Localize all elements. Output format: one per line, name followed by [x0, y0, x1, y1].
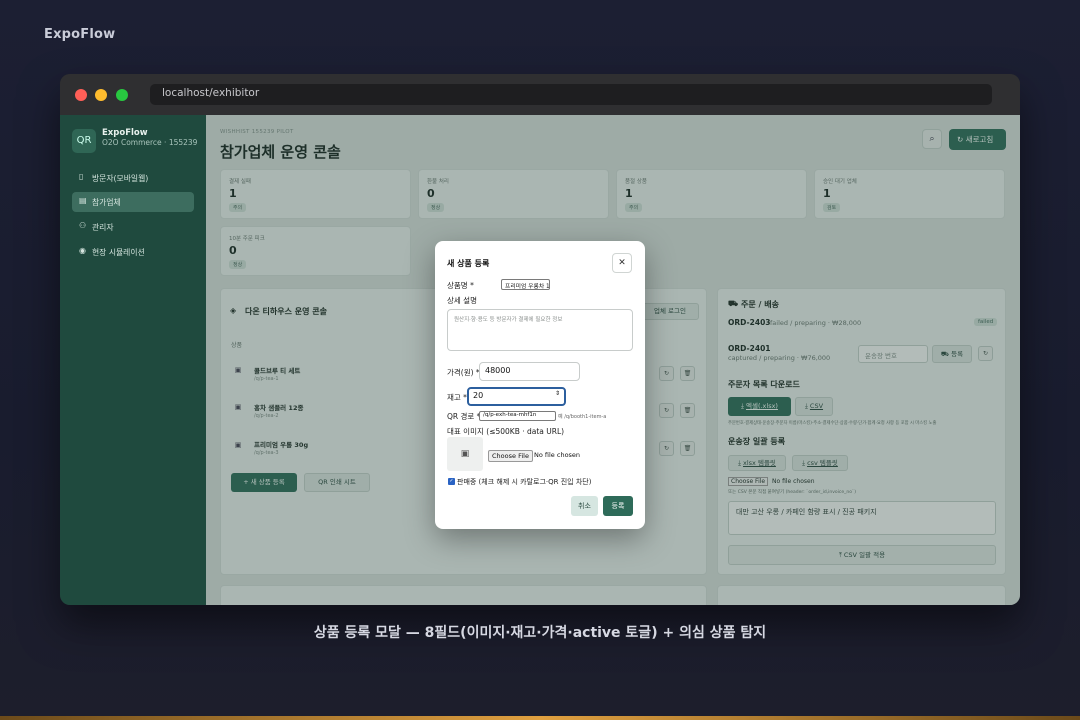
stock-value: 20 [473, 391, 484, 400]
users-icon: ⚇ [79, 221, 87, 230]
sidebar-item-visitor[interactable]: ▯ 방문자(모바일웹) [72, 168, 194, 188]
qr-path-hint: 예 /q/booth1-item-a [558, 414, 607, 420]
close-icon: ✕ [618, 258, 626, 268]
qr-path-input[interactable]: /q/p-exh-tea-mhf1n [479, 411, 556, 421]
cancel-button[interactable]: 취소 [571, 496, 598, 516]
caption: 상품 등록 모달 — 8필드(이미지·재고·가격·active 토글) + 의심… [313, 625, 767, 641]
active-checkbox[interactable]: ✓ [448, 478, 455, 485]
price-input[interactable]: 48000 [479, 362, 580, 381]
browser-titlebar: localhost/exhibitor [60, 74, 1020, 115]
image-icon: ▣ [460, 449, 470, 459]
pin-icon: ◉ [79, 246, 86, 255]
active-label: 판매중 (체크 해제 시 카탈로그·QR 진입 차단) [457, 478, 592, 486]
sidebar-item-admin[interactable]: ⚇ 관리자 [72, 217, 194, 237]
maximize-window-dot[interactable] [116, 89, 128, 101]
choose-file-button[interactable]: Choose File [488, 450, 533, 462]
address-bar[interactable]: localhost/exhibitor [150, 84, 992, 105]
description-label: 상세 설명 [447, 296, 477, 305]
close-modal-button[interactable]: ✕ [612, 253, 632, 273]
price-label: 가격(원) * [447, 368, 480, 377]
sidebar-item-label: 방문자(모바일웹) [92, 174, 149, 183]
qr-path-label: QR 경로 * [447, 412, 481, 421]
sidebar: QR ExpoFlow O2O Commerce · 155239 ▯ 방문자(… [60, 115, 206, 605]
qr-logo-icon: QR [72, 129, 96, 153]
bottom-glow [0, 716, 1080, 720]
sidebar-item-exhibitor[interactable]: ▤ 참가업체 [72, 192, 194, 212]
stock-label: 재고 * [447, 393, 467, 402]
file-status: No file chosen [534, 451, 581, 459]
close-window-dot[interactable] [75, 89, 87, 101]
sidebar-app-sub: O2O Commerce · 155239 [102, 138, 198, 147]
description-textarea[interactable]: 원산지·향·용도 등 방문자가 결제에 필요한 정보 [447, 309, 633, 351]
sidebar-item-simulation[interactable]: ◉ 현장 시뮬레이션 [72, 242, 194, 262]
brand-title: ExpoFlow [44, 27, 116, 42]
sidebar-app-name: ExpoFlow [102, 128, 148, 138]
image-label: 대표 이미지 (≤500KB · data URL) [447, 427, 565, 436]
stock-stepper[interactable]: 20 ⇕ [467, 387, 566, 406]
store-icon: ▤ [79, 196, 87, 205]
modal-title: 새 상품 등록 [447, 259, 490, 268]
product-name-label: 상품명 * [447, 281, 474, 290]
submit-button[interactable]: 등록 [603, 496, 633, 516]
sidebar-item-label: 현장 시뮬레이션 [92, 248, 145, 257]
sidebar-item-label: 관리자 [92, 223, 114, 232]
sidebar-item-label: 참가업체 [92, 198, 121, 207]
new-product-modal: 새 상품 등록 ✕ 상품명 * 프리미엄 우롱차 100g 상세 설명 원산지·… [435, 241, 645, 529]
stepper-arrows-icon[interactable]: ⇕ [555, 390, 560, 397]
product-name-input[interactable]: 프리미엄 우롱차 100g [501, 279, 550, 290]
phone-icon: ▯ [79, 172, 84, 181]
minimize-window-dot[interactable] [95, 89, 107, 101]
image-preview: ▣ [447, 437, 483, 471]
